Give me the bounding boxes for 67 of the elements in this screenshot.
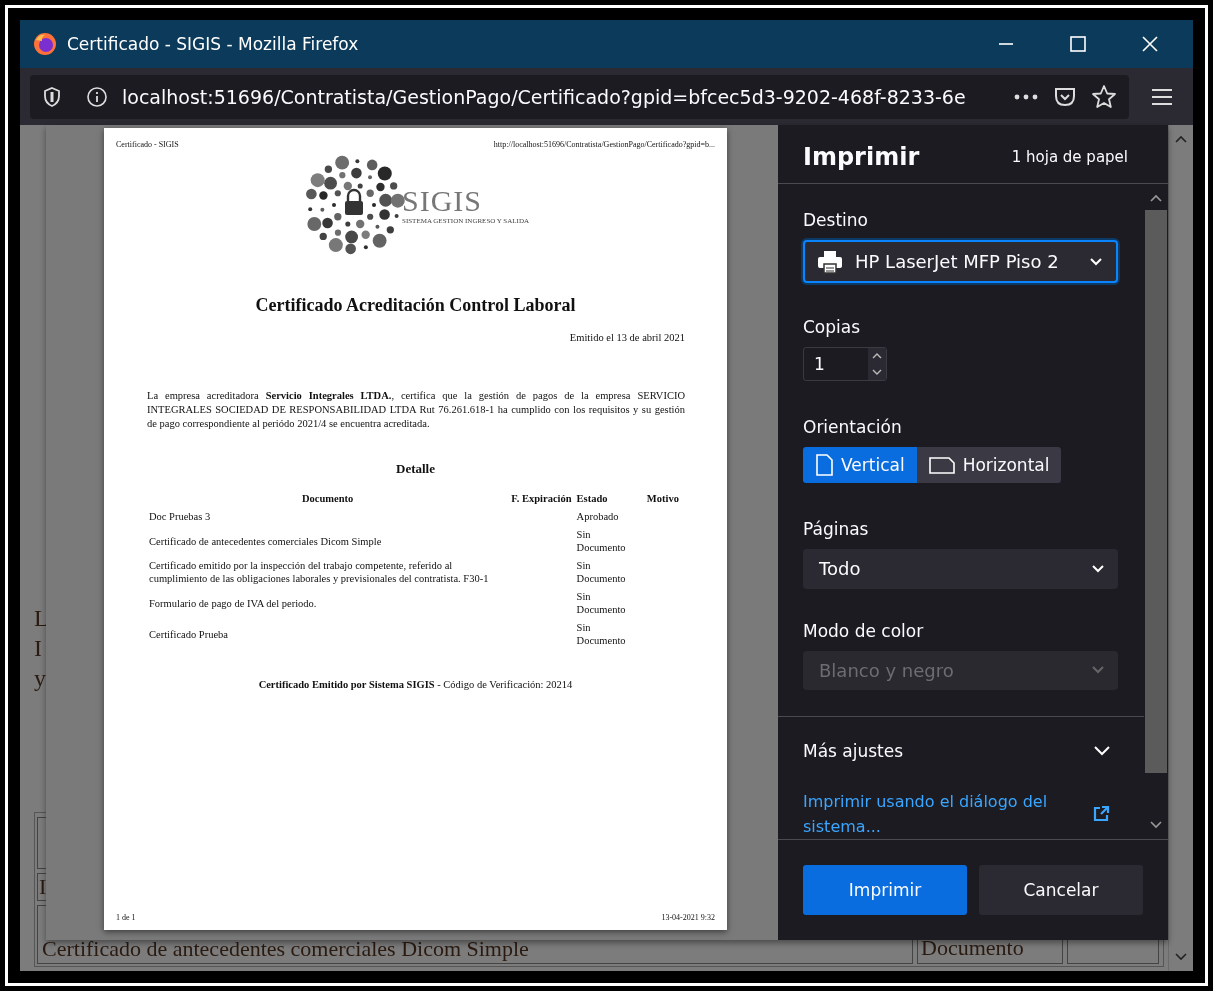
chevron-down-icon	[1094, 746, 1110, 756]
orientation-option[interactable]: Horizontal	[916, 447, 1062, 484]
page-header-text: Certificado - SIGIS	[116, 140, 179, 149]
status-cell-text: Sin Documento	[575, 559, 627, 586]
certificate-paragraph: La empresa acreditadora Servicio Integrales LTDA., certifica que la gestión de pagos de la empresa SERVICIO INTEGRALES SOCIEDAD DE RESPONSABILIDAD LTDA Rut 76.261.618-1 ha cumplido con los requisitos y su gestión de pago correspondiente al periódo 2021/4 se encuentra acreditada.	[147, 389, 685, 431]
column-header: Estado	[575, 493, 609, 506]
more-settings-toggle[interactable]: Más ajustes	[803, 741, 1118, 761]
system-dialog-link[interactable]: Imprimir usando el diálogo del sistema...	[803, 789, 1063, 839]
status-cell-text: Sin Documento	[575, 621, 627, 648]
shield-icon[interactable]	[42, 85, 62, 108]
detail-heading: Detalle	[395, 461, 436, 477]
panel-title: Imprimir	[803, 143, 920, 171]
chevron-down-icon	[1092, 666, 1104, 675]
column-header: Motivo	[645, 493, 680, 506]
document-cell-text: Certificado de antecedentes comerciales Dicom Simple	[148, 534, 383, 549]
field-label: Copias	[803, 317, 862, 338]
address-field[interactable]: localhost:51696/Contratista/GestionPago/Certificado?gpid=bfcec5d3-9202-468f-8233-6e	[30, 74, 1129, 119]
scroll-down-icon[interactable]	[1150, 821, 1162, 829]
column-header: F. Expiración	[510, 493, 573, 506]
field-label: Modo de color	[803, 620, 925, 641]
document-cell-text: Doc Pruebas 3	[148, 510, 212, 524]
chevron-down-icon	[1090, 257, 1102, 266]
scroll-up-icon[interactable]	[1175, 135, 1187, 143]
status-cell-text: Aprobado	[575, 510, 620, 524]
pages-select[interactable]: Todo	[803, 549, 1118, 589]
document-cell-text: Certificado emitido por la inspección del trabajo competente, referido al cumplimiento de las obligaciones laborales y previsionales del contratista. F30-1	[148, 559, 490, 586]
sheet-count: 1 hoja de papel	[1011, 148, 1128, 166]
field-label: Destino	[803, 210, 869, 230]
stepper-icon[interactable]	[868, 348, 886, 381]
scroll-down-icon[interactable]	[1175, 953, 1187, 961]
document-cell-text: Certificado Prueba	[148, 627, 229, 642]
star-icon[interactable]	[1091, 83, 1117, 110]
field-label: Orientación	[803, 417, 903, 438]
printer-icon	[817, 249, 843, 274]
document-title: Certificado Acreditación Control Laboral	[254, 295, 577, 316]
page-header-url: http://localhost:51696/Contratista/GestionPago/Certificado?gpid=b...	[493, 140, 715, 149]
page-scrollbar[interactable]	[1168, 125, 1193, 971]
window-title: Certificado - SIGIS - Mozilla Firefox	[67, 34, 359, 54]
document-cell-text: Formulario de pago de IVA del periodo.	[148, 596, 318, 611]
info-icon[interactable]	[86, 85, 108, 108]
external-link-icon	[1092, 805, 1110, 823]
text-fragment: I	[34, 634, 42, 663]
field-label: Páginas	[803, 519, 870, 540]
print-timestamp: 13-04-2021 9:32	[661, 913, 715, 922]
column-header: Documento	[301, 493, 355, 506]
issue-date: Emitido el 13 de abril 2021	[568, 332, 685, 343]
logo-name: SIGIS	[402, 185, 483, 217]
page-count: 1 de 1	[116, 913, 136, 922]
portrait-page-icon	[815, 454, 833, 477]
maximize-icon[interactable]	[1069, 35, 1087, 53]
cancel-button[interactable]: Cancelar	[979, 865, 1143, 915]
close-icon[interactable]	[1141, 35, 1159, 53]
more-dots-icon[interactable]	[1013, 92, 1039, 101]
orientation-option[interactable]: Vertical	[803, 447, 917, 484]
scroll-up-icon[interactable]	[1150, 194, 1162, 202]
status-cell-text: Sin Documento	[575, 590, 627, 617]
printer-select[interactable]: HP LaserJet MFP Piso 2	[803, 240, 1118, 284]
text-fragment: y	[34, 664, 46, 693]
copies-field[interactable]: 1	[803, 347, 887, 382]
print-button[interactable]: Imprimir	[803, 865, 967, 915]
status-cell-text: Sin Documento	[575, 528, 627, 555]
landscape-page-icon	[928, 456, 955, 475]
url-text: localhost:51696/Contratista/GestionPago/Certificado?gpid=bfcec5d3-9202-468f-8233-6e	[122, 85, 967, 108]
menu-icon[interactable]	[1151, 86, 1173, 107]
browser-logo-icon	[33, 32, 57, 56]
chevron-down-icon	[1092, 565, 1104, 573]
verification-note: Certificado Emitido por Sistema SIGIS - Código de Verificación: 20214	[257, 679, 574, 690]
